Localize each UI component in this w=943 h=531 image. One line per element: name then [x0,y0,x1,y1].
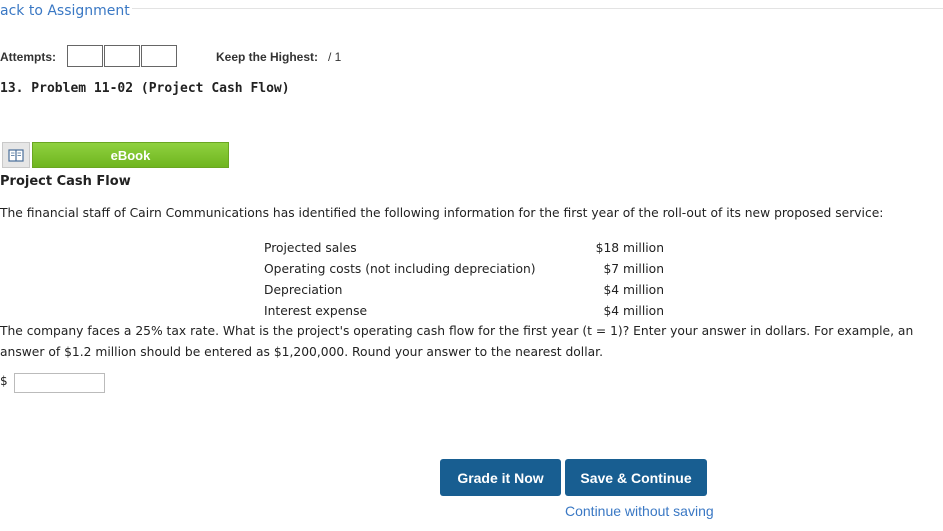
question-text: The company faces a 25% tax rate. What i… [0,324,914,359]
row-value: $4 million [603,303,664,318]
table-row: Depreciation $4 million [264,279,664,300]
ebook-control[interactable]: eBook [0,142,229,168]
intro-text: The financial staff of Cairn Communicati… [0,206,884,220]
attempt-box-1 [67,45,103,67]
financial-data-table: Projected sales $18 million Operating co… [264,237,664,321]
row-label: Operating costs (not including depreciat… [264,261,536,276]
row-label: Interest expense [264,303,368,318]
keep-highest-value: / 1 [328,50,342,64]
save-continue-button[interactable]: Save & Continue [565,459,707,496]
row-value: $4 million [603,282,664,297]
continue-without-saving-link[interactable]: Continue without saving [565,503,714,519]
row-value: $18 million [595,240,664,255]
top-divider [0,8,943,9]
table-row: Projected sales $18 million [264,237,664,258]
section-title: Project Cash Flow [0,174,131,189]
row-label: Depreciation [264,282,343,297]
attempt-box-2 [104,45,140,67]
keep-highest-label: Keep the Highest: [216,50,319,64]
problem-title: 13. Problem 11-02 (Project Cash Flow) [0,81,290,96]
attempts-label: Attempts: [0,50,56,64]
book-icon[interactable] [2,142,30,168]
table-row: Interest expense $4 million [264,300,664,321]
back-to-assignment-link[interactable]: ack to Assignment [0,3,132,19]
row-label: Projected sales [264,240,357,255]
ebook-button[interactable]: eBook [32,142,229,168]
grade-it-now-button[interactable]: Grade it Now [440,459,561,496]
answer-input[interactable] [14,373,105,393]
row-value: $7 million [603,261,664,276]
attempt-box-3 [141,45,177,67]
table-row: Operating costs (not including depreciat… [264,258,664,279]
currency-symbol: $ [0,374,8,388]
